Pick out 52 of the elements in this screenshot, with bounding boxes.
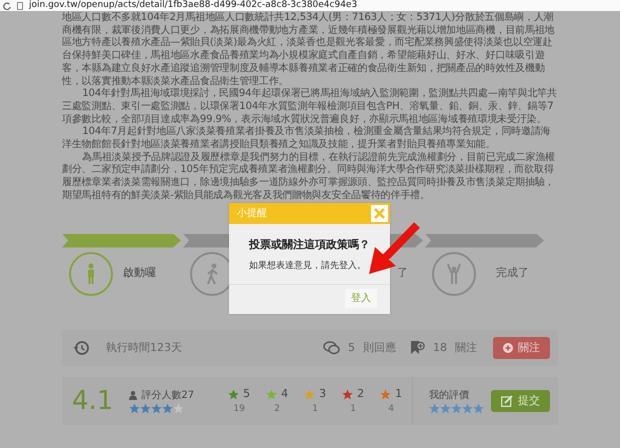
star-icon	[140, 403, 152, 414]
login-button[interactable]: 登入	[345, 289, 377, 308]
history-icon	[72, 340, 90, 356]
edit-icon	[501, 395, 513, 408]
duration-text: 執行時間123天	[106, 340, 182, 356]
star-icon	[473, 403, 484, 414]
star-count: 2	[273, 402, 281, 416]
reload-icon[interactable]	[3, 2, 11, 10]
follow-button[interactable]: 關注	[493, 336, 550, 360]
dialog-title: 小提醒	[237, 206, 267, 221]
star-count: 1	[349, 402, 357, 416]
my-rating-label: 我的評價	[429, 388, 470, 404]
star-icon	[440, 403, 452, 414]
article-paragraph: 地區人口數不多就104年2月馬祖地區人口數統計共12,534人(男：7163人；女：5371人)分散於五個島嶼，人潮商機有限，裁軍後消費人口更少，為拓展商機帶動地方產業，近幾年積極發展觀光藉以增加地區商機，目前馬祖地區地方特產以養殖水產品—紫貽貝(淡菜)最為火紅，淡菜香也是觀光客最愛，而宅配業務興盛使得淡菜也以空運赴台保持鮮美口碑佳，馬祖地區水產食品養殖業均為小規模家庭式自產自銷，希望能藉好山、好水、好口味吸引遊客，本縣為建立良好水產追蹤追溯管理制度及輔導本縣養殖業者正確的食品衛生新知，把關產品的時效性及機動性，以落實推動本縣淡菜水產品食品衛生管理工作。	[62, 12, 556, 88]
raters-count: 評分人數27	[141, 388, 194, 404]
article-paragraph: 為馬祖淡菜授予品牌認證及履歷標章是我們努力的目標，在執行認證前先完成漁權劃分，目前已完成二家漁權劃分、二家預定申請劃分，105年預定完成養殖業者漁權劃分。同時與海洋大學合作研究淡菜掛樣期程，而欲取得履歷標章業者淡菜需報關進口，除邊境抽驗多一道防線外亦可掌握源頭、監控品質同時掛養及市售淡菜定期抽驗，期望馬祖特有的鮮美淡菜-紫貽貝能成為觀光客及我們贈物與友安全品饗待的伴手禮。	[62, 152, 556, 203]
close-icon	[373, 207, 386, 220]
chat-bubbles-icon	[323, 340, 340, 355]
follows-label: 關注	[455, 340, 477, 356]
star-icon	[151, 403, 162, 414]
follows-count: 18	[433, 340, 447, 356]
star-level: 1	[395, 386, 402, 402]
replies-label: 則回應	[363, 340, 396, 356]
star-level: 3	[319, 386, 326, 402]
average-score: 4.1	[72, 388, 114, 414]
person-arms-raised-icon	[446, 262, 462, 285]
step-label: 完成了	[494, 265, 529, 282]
star-level: 4	[281, 386, 288, 402]
submit-button[interactable]: 提交	[491, 390, 550, 412]
dialog-message: 如果想表達意見，請先登入。	[249, 260, 367, 272]
step-label: 啟動囉	[123, 265, 157, 282]
dialog-question: 投票或關注這項政策嗎？	[249, 237, 371, 253]
page-icon	[17, 2, 23, 10]
star-count: 1	[311, 402, 319, 416]
star-level: 5	[243, 386, 250, 402]
article-paragraph: 104年7月起針對地區八家淡菜養殖業者掛養及市售淡菜抽檢，檢測重金屬含量結果均符合規定，同時邀請海洋生物館館長針對地區淡菜養殖業者講授貽貝類養殖之知識及技能，提升業者對貽貝養殖專業知能。	[62, 126, 552, 152]
step-label: 了	[396, 265, 408, 282]
star-icon	[429, 403, 440, 414]
star-count: 4	[387, 402, 395, 416]
star-icon	[451, 403, 462, 414]
bookmark-plus-icon	[410, 340, 425, 356]
star-level: 2	[357, 386, 364, 402]
star-count: 19	[232, 402, 246, 416]
star-icon	[173, 403, 184, 414]
article-paragraph: 104年針對馬祖海域環境採討，民國94年起環保署已將馬祖海域納入監測範圍，監測點共四處—南竿與北竿共三處監測點、東引一處監測點，以環保署104年水質監測年報檢測項目包含PH、溶氧量、鉛、銅、汞、鋅、鎘等7項參數比較，全部項目達成率為99.9%，表示海域水質狀況普遍良好，亦顯示馬祖地區海域養殖環境未受汙染。	[62, 88, 558, 126]
star-icon	[462, 403, 474, 414]
person-walking-icon	[204, 262, 220, 285]
plus-circle-icon	[503, 342, 513, 353]
replies-count: 5	[348, 340, 355, 356]
person-icon	[129, 391, 138, 400]
star-icon	[129, 403, 140, 414]
star-icon	[162, 403, 174, 414]
